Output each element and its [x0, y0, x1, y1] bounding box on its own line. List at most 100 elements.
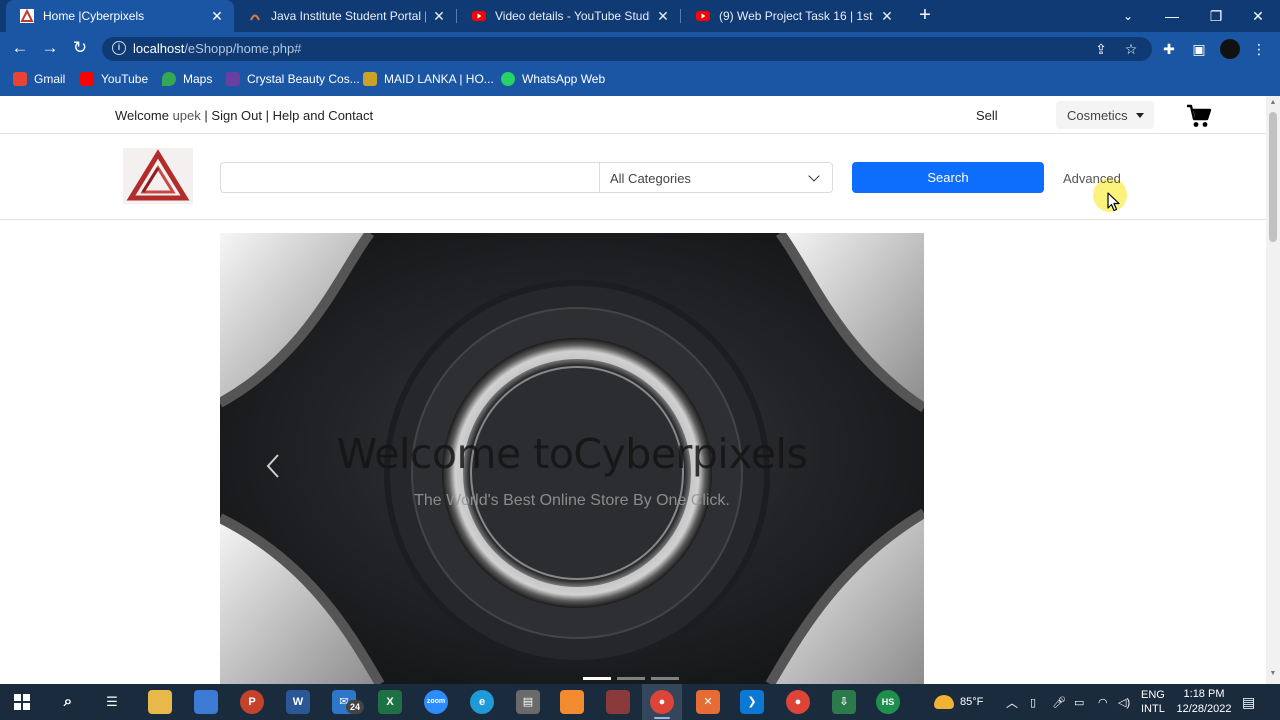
file-explorer-icon[interactable]: [148, 690, 172, 714]
wifi-icon[interactable]: ◠: [1098, 684, 1108, 720]
url-text[interactable]: localhost/eShopp/home.php#: [133, 41, 301, 56]
back-arrow-icon[interactable]: ←: [9, 38, 31, 60]
chrome-icon[interactable]: ●: [650, 690, 674, 714]
profile-avatar[interactable]: [1220, 39, 1240, 59]
close-window-button[interactable]: ✕: [1236, 0, 1280, 32]
battery-icon[interactable]: ▭: [1074, 684, 1084, 720]
windows-start-icon[interactable]: [14, 694, 30, 710]
close-tab-icon[interactable]: ✕: [432, 8, 446, 25]
word-icon[interactable]: W: [286, 690, 310, 714]
youtube-favicon-icon: [696, 11, 710, 21]
weather-temp: 85°F: [960, 696, 984, 708]
forward-arrow-icon[interactable]: →: [39, 38, 61, 60]
powerpoint-icon[interactable]: P: [240, 690, 264, 714]
close-tab-icon[interactable]: ✕: [656, 8, 670, 25]
carousel-indicator[interactable]: [651, 677, 679, 680]
separator: |: [265, 108, 270, 123]
category-select[interactable]: All Categories: [599, 162, 833, 193]
app-orange-icon[interactable]: [560, 690, 584, 714]
xampp-icon[interactable]: ✕: [696, 690, 720, 714]
volume-icon[interactable]: ◁): [1118, 684, 1130, 720]
category-dropdown-label: Cosmetics: [1067, 108, 1128, 123]
edge-icon[interactable]: e: [470, 690, 494, 714]
store-icon[interactable]: [194, 690, 218, 714]
minimize-button[interactable]: —: [1150, 0, 1194, 32]
carousel-indicator[interactable]: [617, 677, 645, 680]
address-bar[interactable]: i localhost/eShopp/home.php# ⇪ ☆: [102, 37, 1152, 61]
scroll-up-icon[interactable]: ▲: [1269, 99, 1277, 107]
bookmark-maid-lanka[interactable]: MAID LANKA | HO...: [363, 64, 494, 94]
site-info-icon[interactable]: i: [112, 41, 126, 55]
crystal-beauty-icon: [226, 72, 240, 86]
bookmark-gmail[interactable]: Gmail: [13, 64, 65, 94]
tab-youtube-studio[interactable]: Video details - YouTube Studio ✕: [458, 0, 680, 32]
lang-top: ENG: [1141, 689, 1165, 701]
scrollbar-thumb[interactable]: [1269, 112, 1277, 242]
tab-java-institute[interactable]: Java Institute Student Portal | Lo ✕: [234, 0, 456, 32]
new-tab-button[interactable]: +: [914, 4, 936, 26]
tab-home-cyberpixels[interactable]: Home |Cyberpixels ✕: [6, 0, 234, 32]
sell-link[interactable]: Sell: [976, 108, 998, 123]
maps-pin-icon: [162, 72, 176, 86]
hero-carousel: Welcome toCyberpixels The World's Best O…: [220, 233, 924, 684]
carousel-indicator[interactable]: [583, 677, 611, 680]
cyberpixels-favicon-icon: [20, 9, 34, 23]
advanced-search-link[interactable]: Advanced: [1063, 171, 1121, 186]
bookmark-star-icon[interactable]: ☆: [1122, 40, 1140, 58]
caret-down-icon: [1136, 113, 1144, 118]
url-path: /eShopp/home.php#: [184, 41, 302, 56]
shopping-cart-icon[interactable]: [1185, 103, 1213, 129]
download-app-icon[interactable]: ⇩: [832, 690, 856, 714]
task-view-icon[interactable]: ☰: [100, 690, 124, 714]
page-scrollbar[interactable]: ▲ ▼: [1266, 96, 1280, 684]
share-icon[interactable]: ⇪: [1092, 40, 1110, 58]
bookmark-maps[interactable]: Maps: [162, 64, 212, 94]
chrome-profile-icon[interactable]: ●: [786, 690, 810, 714]
reload-icon[interactable]: ↻: [69, 38, 91, 60]
excel-icon[interactable]: X: [378, 690, 402, 714]
hs-app-icon[interactable]: HS: [876, 690, 900, 714]
bookmark-whatsapp[interactable]: WhatsApp Web: [501, 64, 605, 94]
restore-button[interactable]: ❐: [1194, 0, 1238, 32]
weather-widget[interactable]: 85°F: [934, 684, 983, 720]
side-panel-icon[interactable]: ▣: [1190, 40, 1208, 58]
cyberpixels-logo[interactable]: [123, 148, 193, 204]
java-institute-favicon-icon: [250, 14, 260, 21]
tray-chevron-up-icon[interactable]: ︿: [1006, 684, 1018, 720]
carousel-prev-chevron-icon[interactable]: [264, 453, 282, 479]
clapper-icon[interactable]: ▤: [516, 690, 540, 714]
language-indicator[interactable]: ENG INTL: [1141, 684, 1165, 720]
sign-out-link[interactable]: Sign Out: [211, 108, 262, 123]
microphone-icon[interactable]: 🎤︎: [1052, 684, 1066, 720]
vscode-icon[interactable]: ❯: [740, 690, 764, 714]
winrar-icon[interactable]: [606, 690, 630, 714]
welcome-label: Welcome: [115, 108, 169, 123]
clock[interactable]: 1:18 PM 12/28/2022: [1176, 684, 1232, 720]
running-indicator: [654, 717, 670, 719]
notifications-icon[interactable]: ▤: [1242, 684, 1255, 720]
carousel-subtitle: The World's Best Online Store By One Cli…: [414, 492, 730, 509]
search-button[interactable]: Search: [852, 162, 1044, 193]
zoom-icon[interactable]: zoom: [424, 690, 448, 714]
close-tab-icon[interactable]: ✕: [210, 8, 224, 25]
category-select-value: All Categories: [610, 171, 691, 186]
close-tab-icon[interactable]: ✕: [880, 8, 894, 25]
scroll-down-icon[interactable]: ▼: [1269, 670, 1277, 678]
page-content: Welcome upek | Sign Out | Help and Conta…: [0, 96, 1266, 684]
bookmark-label: MAID LANKA | HO...: [384, 72, 494, 86]
tab-web-project-task[interactable]: (9) Web Project Task 16 | 1st Yea ✕: [682, 0, 904, 32]
windows-taskbar: ⌕ ☰ P W ✉ 24 X zoom e ▤ ● ✕ ❯ ● ⇩ HS 85°…: [0, 684, 1280, 720]
more-menu-icon[interactable]: ⋮: [1250, 40, 1268, 58]
category-dropdown[interactable]: Cosmetics: [1056, 101, 1154, 129]
tray-device-icon[interactable]: ▯: [1030, 684, 1036, 720]
search-icon[interactable]: ⌕: [56, 690, 80, 714]
url-host: localhost: [133, 41, 185, 56]
tab-label: Java Institute Student Portal | Lo: [271, 9, 426, 23]
help-contact-link[interactable]: Help and Contact: [273, 108, 373, 123]
extensions-puzzle-icon[interactable]: ✚: [1160, 40, 1178, 58]
search-input[interactable]: [220, 162, 600, 193]
tab-search-chevron-icon[interactable]: ⌄: [1106, 0, 1150, 32]
clock-date: 12/28/2022: [1176, 703, 1232, 715]
bookmark-youtube[interactable]: YouTube: [80, 64, 148, 94]
bookmark-crystal-beauty[interactable]: Crystal Beauty Cos...: [226, 64, 360, 94]
